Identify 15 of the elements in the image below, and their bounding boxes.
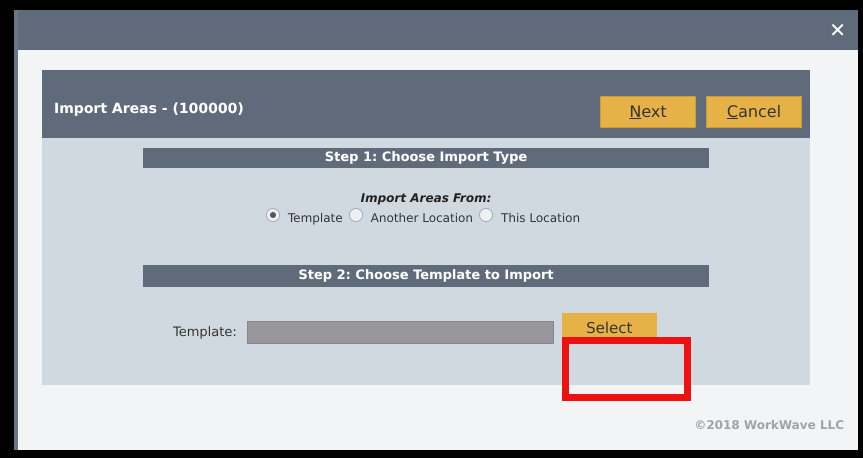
dialog-button[interactable]: Cancel	[706, 96, 802, 128]
section-heading: Step 1: Choose Import Type	[143, 148, 709, 168]
dialog-button[interactable]: Next	[600, 96, 696, 128]
close-button[interactable]: ✕	[829, 20, 846, 40]
radio-button[interactable]	[348, 208, 363, 222]
dialog-title: Import Areas - (100000)	[54, 100, 244, 119]
radio-label: Another Location	[370, 210, 474, 227]
radio-button[interactable]	[479, 208, 494, 222]
field-label: Template:	[173, 324, 237, 342]
radio-label: This Location	[501, 210, 580, 227]
radio-button[interactable]	[266, 208, 280, 222]
section-heading: Step 2: Choose Template to Import	[143, 265, 709, 287]
radio-label: Template	[288, 210, 343, 227]
copyright-text: ©2018 WorkWave LLC	[694, 417, 844, 434]
prompt-label: Import Areas From:	[360, 190, 492, 207]
